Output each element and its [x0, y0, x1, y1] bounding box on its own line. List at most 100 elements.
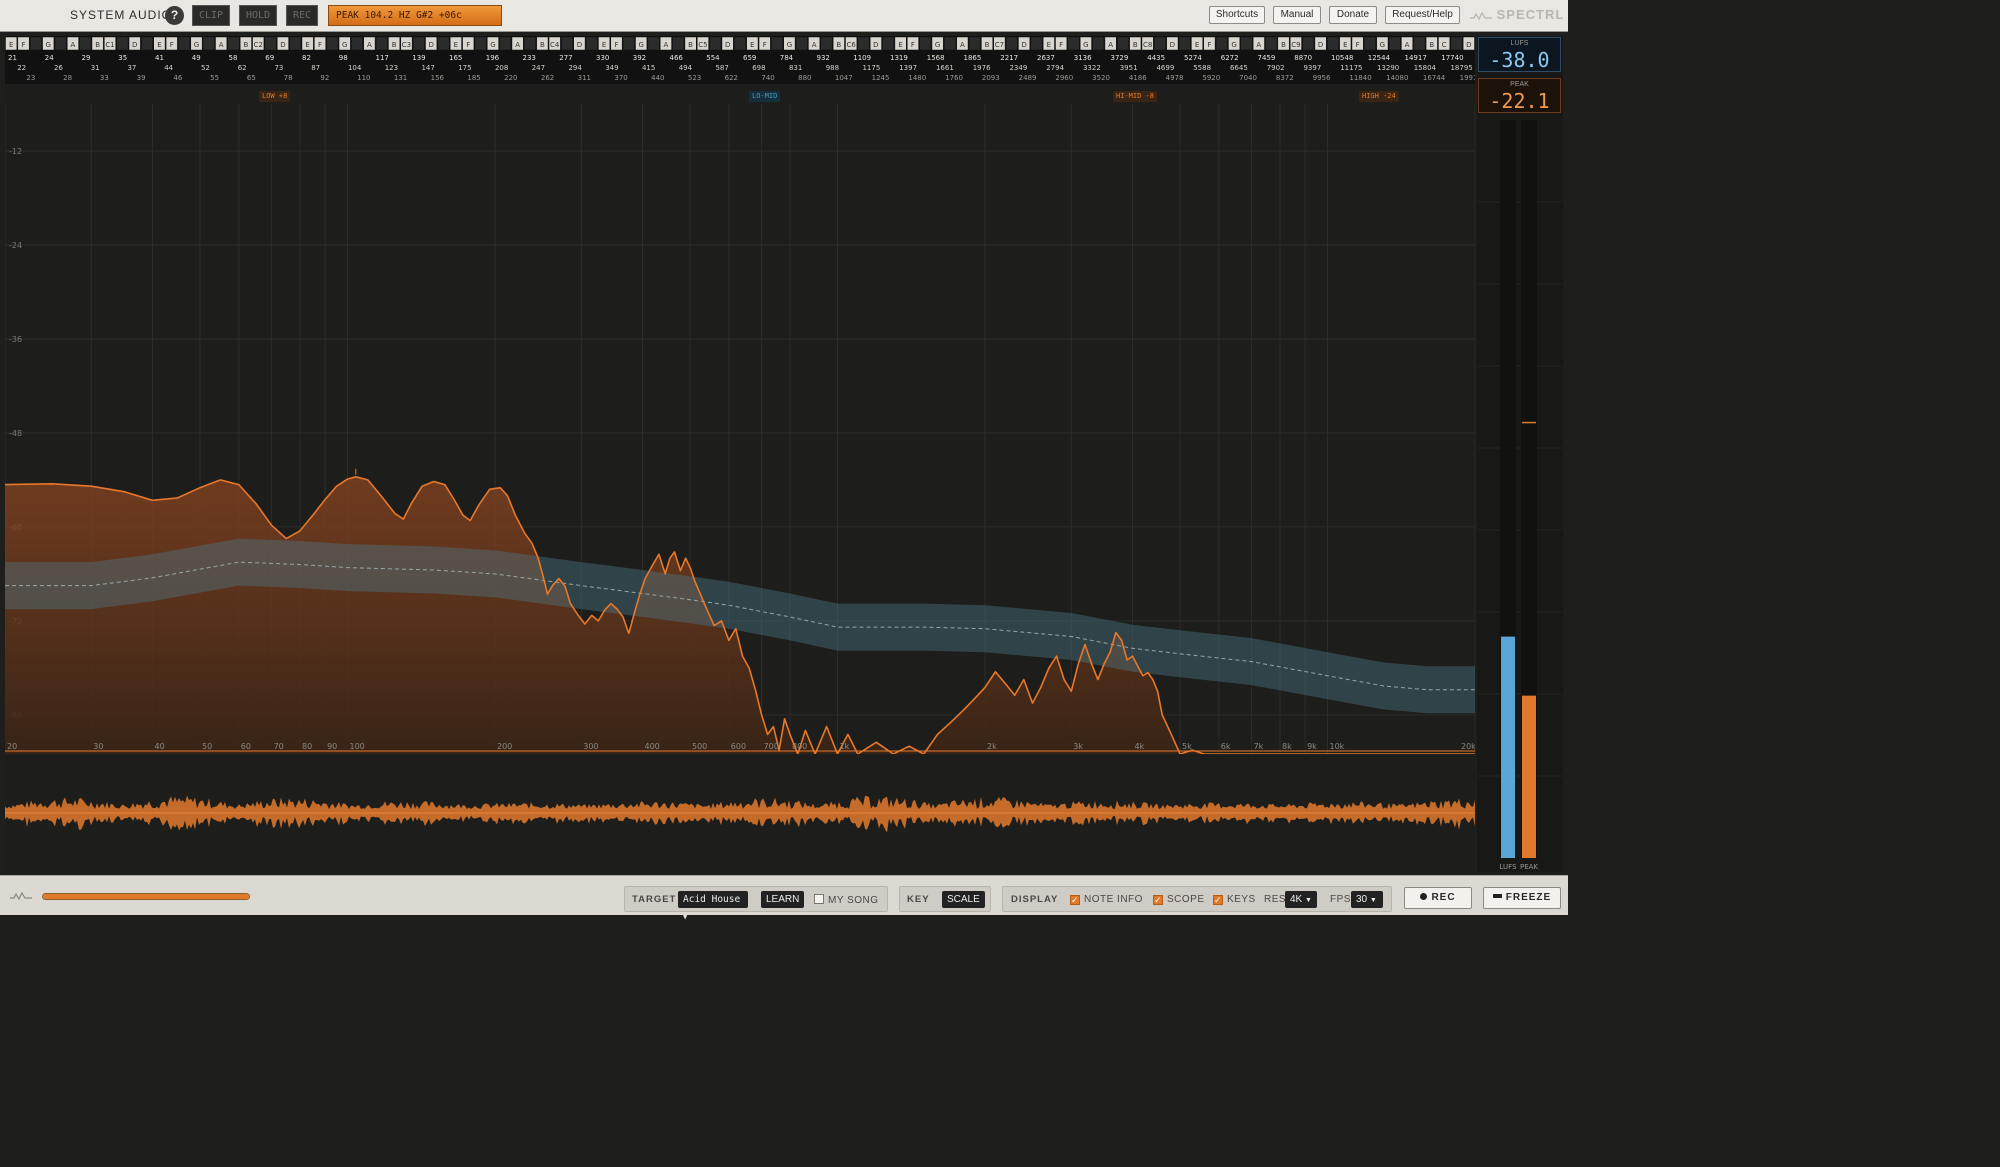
piano-key[interactable] — [375, 36, 388, 51]
piano-freq-label: 22 — [17, 64, 26, 72]
piano-key[interactable] — [178, 36, 191, 51]
piano-key[interactable] — [437, 36, 450, 51]
piano-key[interactable] — [326, 36, 339, 51]
piano-freq-label: 82 — [302, 54, 311, 62]
freeze-button[interactable]: FREEZE — [1483, 887, 1561, 909]
piano-key-label: F — [763, 41, 767, 49]
piano-key[interactable] — [1117, 36, 1129, 51]
band-label-lo-mid: LO-MID — [749, 91, 781, 102]
piano-freq-label: 466 — [670, 54, 684, 62]
scale-button[interactable]: SCALE — [942, 891, 985, 908]
donate-button[interactable]: Donate — [1329, 6, 1377, 24]
piano-freq-label: 55 — [210, 74, 219, 82]
piano-key-label: G — [194, 41, 199, 49]
piano-key[interactable] — [968, 36, 981, 51]
piano-key[interactable] — [116, 36, 129, 51]
piano-key[interactable] — [227, 36, 240, 51]
piano-freq-label: 37 — [127, 64, 136, 72]
piano-key[interactable] — [1030, 36, 1043, 51]
band-label-low: LOW +8 — [259, 91, 291, 102]
piano-key[interactable] — [795, 36, 808, 51]
piano-key[interactable] — [351, 36, 363, 51]
piano-key[interactable] — [474, 36, 487, 51]
display-label: DISPLAY — [1011, 894, 1059, 905]
piano-key[interactable] — [1215, 36, 1228, 51]
piano-key[interactable] — [1450, 36, 1463, 51]
piano-key[interactable] — [882, 36, 895, 51]
piano-key[interactable] — [1240, 36, 1253, 51]
piano-freq-label: 21 — [8, 54, 17, 62]
piano-key[interactable] — [202, 36, 215, 51]
fps-select[interactable]: 30 ▼ — [1351, 891, 1383, 908]
piano-key[interactable] — [1154, 36, 1166, 51]
spectrum-chart[interactable]: -12-24-36-48-60-72-842030405060708090100… — [5, 104, 1475, 754]
scope-checkbox[interactable]: ✓ SCOPE — [1153, 894, 1205, 905]
waveform-logo-icon — [1470, 11, 1492, 20]
help-button[interactable]: ? — [165, 6, 184, 25]
piano-key[interactable] — [54, 36, 67, 51]
piano-key[interactable] — [499, 36, 512, 51]
piano-keys[interactable]: E F G A B C1 D E F G A B C2 D E F G A B C3 D E F G A B C4 D E F G A B C5 D… — [5, 36, 1482, 84]
piano-key[interactable] — [561, 36, 573, 51]
piano-key[interactable] — [1364, 36, 1376, 51]
target-group: TARGET Acid House ▼ LEARN MY SONG — [624, 886, 888, 921]
piano-key[interactable] — [709, 36, 722, 51]
keys-checkbox[interactable]: ✓ KEYS — [1213, 894, 1256, 905]
request-help-button[interactable]: Request/Help — [1385, 6, 1460, 24]
piano-key[interactable] — [1005, 36, 1018, 51]
piano-key[interactable] — [944, 36, 956, 51]
piano-key[interactable] — [771, 36, 783, 51]
piano-freq-label: 131 — [394, 74, 407, 82]
piano-freq-label: 698 — [752, 64, 765, 72]
piano-key[interactable] — [1178, 36, 1191, 51]
piano-key[interactable] — [412, 36, 425, 51]
piano-key[interactable] — [734, 36, 746, 51]
piano-key[interactable] — [820, 36, 833, 51]
res-select[interactable]: 4K ▼ — [1285, 891, 1317, 908]
shortcuts-button[interactable]: Shortcuts — [1209, 6, 1265, 24]
source-title[interactable]: SYSTEM AUDIO — [70, 8, 172, 22]
target-select[interactable]: Acid House ▼ — [678, 891, 748, 921]
piano-key[interactable] — [857, 36, 870, 51]
piano-key-label: G — [342, 41, 347, 49]
piano-key[interactable] — [79, 36, 92, 51]
piano-key[interactable] — [647, 36, 660, 51]
manual-button[interactable]: Manual — [1273, 6, 1321, 24]
clip-button[interactable]: CLIP — [192, 5, 230, 26]
piano-key[interactable] — [1067, 36, 1080, 51]
piano-key[interactable] — [622, 36, 635, 51]
piano-key[interactable] — [919, 36, 932, 51]
piano-key-label: F — [466, 41, 470, 49]
piano-key[interactable] — [1092, 36, 1105, 51]
piano-key-label: C9 — [1291, 41, 1300, 49]
playback-progress[interactable] — [42, 893, 250, 900]
hold-button[interactable]: HOLD — [239, 5, 277, 26]
piano-key[interactable] — [1327, 36, 1339, 51]
peak-readout: PEAK 104.2 HZ G#2 +06c — [328, 5, 502, 26]
piano-key[interactable] — [524, 36, 536, 51]
rec-toggle-button[interactable]: REC — [286, 5, 318, 26]
piano-freq-label: 5274 — [1184, 54, 1202, 62]
piano-key[interactable] — [672, 36, 685, 51]
my-song-checkbox[interactable]: MY SONG — [814, 894, 879, 906]
piano-freq-label: 1175 — [862, 64, 880, 72]
piano-key[interactable] — [1302, 36, 1315, 51]
piano-key[interactable] — [585, 36, 598, 51]
key-label: KEY — [907, 894, 930, 905]
piano-freq-label: 33 — [100, 74, 109, 82]
bottom-bar: TARGET Acid House ▼ LEARN MY SONG KEY SC… — [0, 875, 1568, 921]
piano-freq-label: 5588 — [1193, 64, 1211, 72]
piano-key[interactable] — [1413, 36, 1426, 51]
piano-freq-label: 139 — [412, 54, 425, 62]
piano-key[interactable] — [1388, 36, 1401, 51]
target-label: TARGET — [632, 894, 677, 905]
record-button[interactable]: REC — [1404, 887, 1472, 909]
note-info-checkbox[interactable]: ✓ NOTE INFO — [1070, 894, 1143, 905]
piano-key[interactable] — [1265, 36, 1278, 51]
learn-button[interactable]: LEARN — [761, 891, 805, 908]
piano-freq-label: 98 — [339, 54, 348, 62]
piano-key[interactable] — [264, 36, 277, 51]
piano-key[interactable] — [141, 36, 153, 51]
piano-key[interactable] — [29, 36, 42, 51]
piano-key[interactable] — [289, 36, 302, 51]
